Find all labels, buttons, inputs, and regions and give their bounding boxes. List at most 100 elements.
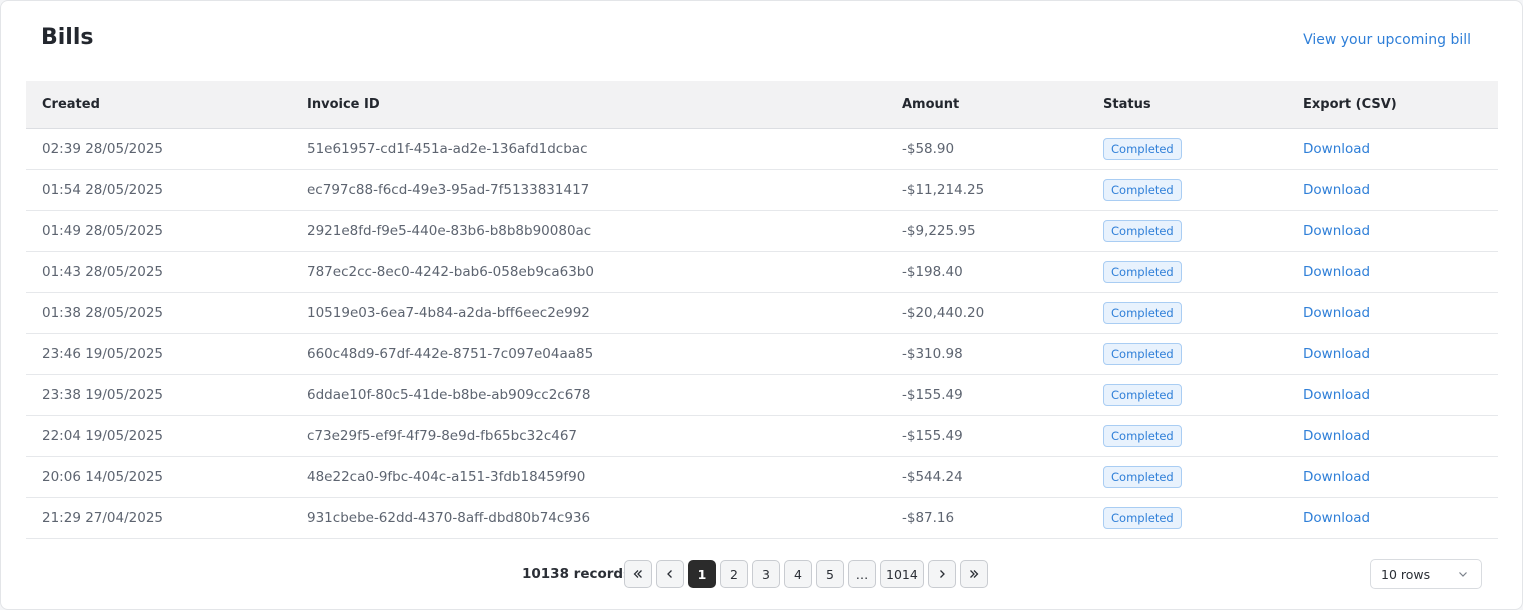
table-header-row: Created Invoice ID Amount Status Export … bbox=[26, 81, 1498, 128]
created-cell: 01:54 28/05/2025 bbox=[42, 181, 164, 198]
table-row: 20:06 14/05/2025 48e22ca0-9fbc-404c-a151-… bbox=[26, 456, 1498, 497]
status-cell: Completed bbox=[1087, 415, 1287, 456]
created-cell: 20:06 14/05/2025 bbox=[42, 468, 164, 485]
status-badge: Completed bbox=[1103, 506, 1182, 529]
created-cell: 01:43 28/05/2025 bbox=[42, 263, 164, 280]
bills-card: Bills View your upcoming bill Created In… bbox=[0, 0, 1523, 610]
export-cell: Download bbox=[1287, 415, 1498, 456]
status-cell: Completed bbox=[1087, 497, 1287, 538]
page-button-1[interactable]: 1 bbox=[688, 560, 716, 588]
amount-cell: -$310.98 bbox=[902, 345, 963, 362]
chevron-right-icon bbox=[939, 570, 945, 578]
page-button-4[interactable]: 4 bbox=[784, 560, 812, 588]
column-header-invoice-id: Invoice ID bbox=[307, 96, 380, 112]
invoice-id-cell: 10519e03-6ea7-4b84-a2da-bff6eec2e992 bbox=[307, 304, 590, 321]
table-footer: 10138 records 1 2 3 4 5 … 1014 10 rows bbox=[1, 558, 1523, 590]
status-badge: Completed bbox=[1103, 260, 1182, 283]
invoice-id-cell: 48e22ca0-9fbc-404c-a151-3fdb18459f90 bbox=[307, 468, 586, 485]
amount-cell: -$58.90 bbox=[902, 140, 955, 157]
previous-page-button[interactable] bbox=[656, 560, 684, 588]
created-cell: 02:39 28/05/2025 bbox=[42, 140, 164, 157]
page-button-last[interactable]: 1014 bbox=[880, 560, 924, 588]
export-cell: Download bbox=[1287, 210, 1498, 251]
table-body: 02:39 28/05/2025 51e61957-cd1f-451a-ad2e-… bbox=[26, 128, 1498, 538]
table-row: 01:43 28/05/2025 787ec2cc-8ec0-4242-bab6-… bbox=[26, 251, 1498, 292]
download-csv-link[interactable]: Download bbox=[1303, 223, 1370, 239]
status-badge: Completed bbox=[1103, 301, 1182, 324]
amount-cell: -$87.16 bbox=[902, 509, 955, 526]
status-cell: Completed bbox=[1087, 292, 1287, 333]
bills-table: Created Invoice ID Amount Status Export … bbox=[26, 81, 1498, 539]
invoice-id-cell: c73e29f5-ef9f-4f79-8e9d-fb65bc32c467 bbox=[307, 427, 578, 444]
table-row: 02:39 28/05/2025 51e61957-cd1f-451a-ad2e-… bbox=[26, 128, 1498, 169]
status-cell: Completed bbox=[1087, 251, 1287, 292]
created-cell: 23:46 19/05/2025 bbox=[42, 345, 164, 362]
table-row: 21:29 27/04/2025 931cbebe-62dd-4370-8aff-… bbox=[26, 497, 1498, 538]
download-csv-link[interactable]: Download bbox=[1303, 264, 1370, 280]
export-cell: Download bbox=[1287, 251, 1498, 292]
export-cell: Download bbox=[1287, 169, 1498, 210]
created-cell: 01:38 28/05/2025 bbox=[42, 304, 164, 321]
next-page-button[interactable] bbox=[927, 560, 956, 588]
status-badge: Completed bbox=[1103, 178, 1182, 201]
amount-cell: -$544.24 bbox=[902, 468, 963, 485]
table-row: 01:49 28/05/2025 2921e8fd-f9e5-440e-83b6-… bbox=[26, 210, 1498, 251]
first-page-button[interactable] bbox=[624, 560, 652, 588]
page-button-2[interactable]: 2 bbox=[720, 560, 748, 588]
table-row: 01:54 28/05/2025 ec797c88-f6cd-49e3-95ad-… bbox=[26, 169, 1498, 210]
page-button-5[interactable]: 5 bbox=[816, 560, 844, 588]
page-title: Bills bbox=[41, 25, 94, 50]
download-csv-link[interactable]: Download bbox=[1303, 346, 1370, 362]
invoice-id-cell: 2921e8fd-f9e5-440e-83b6-b8b8b90080ac bbox=[307, 222, 592, 239]
status-cell: Completed bbox=[1087, 374, 1287, 415]
table-row: 23:38 19/05/2025 6ddae10f-80c5-41de-b8be-… bbox=[26, 374, 1498, 415]
download-csv-link[interactable]: Download bbox=[1303, 469, 1370, 485]
status-cell: Completed bbox=[1087, 456, 1287, 497]
chevron-left-icon bbox=[667, 570, 672, 578]
last-page-button[interactable] bbox=[959, 560, 988, 588]
column-header-created: Created bbox=[42, 96, 100, 112]
status-cell: Completed bbox=[1087, 210, 1287, 251]
pagination: 1 2 3 4 5 … 1014 bbox=[624, 560, 988, 588]
status-badge: Completed bbox=[1103, 465, 1182, 488]
amount-cell: -$20,440.20 bbox=[902, 304, 985, 321]
view-upcoming-bill-link[interactable]: View your upcoming bill bbox=[1303, 32, 1471, 48]
invoice-id-cell: 931cbebe-62dd-4370-8aff-dbd80b74c936 bbox=[307, 509, 591, 526]
export-cell: Download bbox=[1287, 128, 1498, 169]
status-badge: Completed bbox=[1103, 219, 1182, 242]
records-count: 10138 records bbox=[522, 566, 632, 582]
created-cell: 22:04 19/05/2025 bbox=[42, 427, 164, 444]
status-badge: Completed bbox=[1103, 383, 1182, 406]
download-csv-link[interactable]: Download bbox=[1303, 510, 1370, 526]
status-cell: Completed bbox=[1087, 333, 1287, 374]
created-cell: 01:49 28/05/2025 bbox=[42, 222, 164, 239]
export-cell: Download bbox=[1287, 333, 1498, 374]
invoice-id-cell: ec797c88-f6cd-49e3-95ad-7f5133831417 bbox=[307, 181, 590, 198]
page-ellipsis-button[interactable]: … bbox=[848, 560, 876, 588]
invoice-id-cell: 660c48d9-67df-442e-8751-7c097e04aa85 bbox=[307, 345, 594, 362]
download-csv-link[interactable]: Download bbox=[1303, 182, 1370, 198]
table-row: 01:38 28/05/2025 10519e03-6ea7-4b84-a2da-… bbox=[26, 292, 1498, 333]
amount-cell: -$9,225.95 bbox=[902, 222, 976, 239]
double-chevron-right-icon bbox=[969, 570, 979, 578]
download-csv-link[interactable]: Download bbox=[1303, 387, 1370, 403]
table-row: 22:04 19/05/2025 c73e29f5-ef9f-4f79-8e9d-… bbox=[26, 415, 1498, 456]
download-csv-link[interactable]: Download bbox=[1303, 305, 1370, 321]
export-cell: Download bbox=[1287, 292, 1498, 333]
rows-per-page-value: 10 rows bbox=[1381, 566, 1431, 582]
export-cell: Download bbox=[1287, 497, 1498, 538]
download-csv-link[interactable]: Download bbox=[1303, 141, 1370, 157]
double-chevron-left-icon bbox=[633, 570, 642, 578]
status-cell: Completed bbox=[1087, 128, 1287, 169]
chevron-down-icon bbox=[1459, 572, 1467, 577]
rows-per-page-select[interactable]: 10 rows bbox=[1370, 559, 1482, 589]
page-button-3[interactable]: 3 bbox=[752, 560, 780, 588]
table-row: 23:46 19/05/2025 660c48d9-67df-442e-8751-… bbox=[26, 333, 1498, 374]
download-csv-link[interactable]: Download bbox=[1303, 428, 1370, 444]
amount-cell: -$155.49 bbox=[902, 386, 963, 403]
bills-table-container: Created Invoice ID Amount Status Export … bbox=[26, 81, 1498, 539]
column-header-status: Status bbox=[1103, 96, 1151, 112]
status-badge: Completed bbox=[1103, 342, 1182, 365]
status-badge: Completed bbox=[1103, 424, 1182, 447]
amount-cell: -$11,214.25 bbox=[902, 181, 985, 198]
